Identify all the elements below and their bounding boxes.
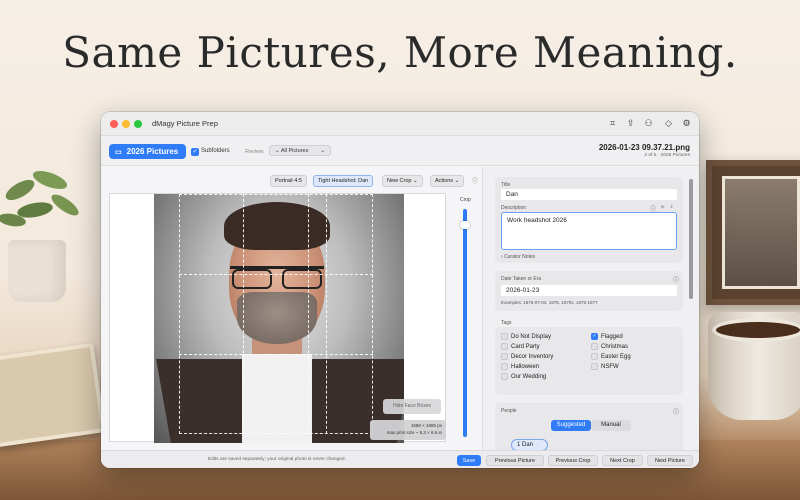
date-label: Date Taken or Era [501,276,542,282]
new-crop-button[interactable]: New Crop ⌄ [382,175,423,187]
microphone-icon[interactable]: ♪ [670,204,673,210]
tight-headshot-button[interactable]: Tight Headshot: Dan [313,175,374,187]
crop-slider-knob[interactable] [460,221,470,229]
window-title: dMagy Picture Prep [152,119,218,128]
details-pane: Title Dan Description ⓘ ✧ ♪ Work headsho… [483,167,699,450]
export-icon[interactable]: ⇪ [625,118,636,129]
folder-button[interactable]: ▭ 2026 Pictures [109,144,186,159]
curator-notes-label: Curator Notes [504,254,536,260]
crop-grid-line [243,194,244,434]
info-icon[interactable]: ⓘ [673,407,679,416]
title-label: Title [501,182,511,188]
tab-manual[interactable]: Manual [591,420,631,431]
footer-note: Edits are saved separately; your origina… [208,457,346,462]
image-canvas[interactable]: Hide Face Boxes 1588 × 1985 px max print… [109,193,446,443]
maximize-button[interactable] [134,120,142,128]
toolbar: ▭ 2026 Pictures ✓ Subfolders Review: ⌄ Al… [101,136,699,166]
crop-slider[interactable] [463,209,467,437]
people-label: People [501,408,517,414]
review-select[interactable]: ⌄ All Pictures ⌄ [269,145,331,156]
folder-label: 2026 Pictures [126,147,179,156]
file-position: 2 of 5 · 2026 Pictures [644,153,690,158]
sparkle-icon[interactable]: ✧ [660,204,665,211]
app-window: dMagy Picture Prep ⌗ ⇪ ⚇ ◇ ⚙ ▭ 2026 Pictu… [101,112,699,468]
old-photos [0,342,106,448]
review-label: Review: [245,149,265,155]
portrait-crop-button[interactable]: Portrait 4:5 [270,175,307,187]
person-chip[interactable]: 1 Dan [511,439,548,450]
subfolders-checkbox[interactable]: ✓ [191,148,199,156]
tags-card: Do Not Display ✓ Flagged Card Party Chris… [495,327,683,395]
tag-do-not-display[interactable]: Do Not Display [501,333,551,340]
curator-notes-toggle[interactable]: › Curator Notes [501,254,535,260]
plant-pot [8,240,66,302]
actions-button[interactable]: Actions ⌄ [430,175,465,187]
crop-icon[interactable]: ⌗ [607,118,618,129]
image-pane: Portrait 4:5 Tight Headshot: Dan New Cro… [101,167,481,450]
tab-suggested[interactable]: Suggested [551,420,591,431]
info-icon[interactable]: ⓘ [673,275,679,284]
crop-grid-line [179,354,373,355]
description-field[interactable]: Work headshot 2026 [501,212,677,250]
picture-frame [706,160,800,305]
tag-our-wedding[interactable]: Our Wedding [501,373,546,380]
next-crop-button[interactable]: Next Crop [602,455,643,466]
coffee [712,318,800,342]
gear-icon[interactable]: ⚙ [681,118,692,129]
description-label: Description [501,205,527,211]
date-field[interactable]: 2026-01-23 [501,285,677,296]
plant-leaves [0,170,79,227]
previous-picture-button[interactable]: Previous Picture [486,455,544,466]
filename: 2026-01-23 09.37.21.png [598,143,690,152]
previous-crop-button[interactable]: Previous Crop [548,455,598,466]
review-value: All Pictures [280,148,309,154]
tag-nsfw[interactable]: NSFW [591,363,619,370]
minimize-button[interactable] [122,120,130,128]
date-card: Date Taken or Era ⓘ 2026-01-23 Examples:… [495,271,683,311]
save-button[interactable]: Save [457,455,481,466]
hide-face-boxes-button[interactable]: Hide Face Boxes [383,399,441,414]
dimensions-badge: 1588 × 1985 px max print size ~ 5.3 × 6.… [370,420,446,440]
crop-box[interactable] [179,194,373,434]
headline: Same Pictures, More Meaning. [62,28,738,77]
title-field[interactable]: Dan [501,189,677,200]
info-icon[interactable]: ⓘ [472,176,478,185]
portrait-photo [154,194,404,443]
actions-label: Actions [435,178,454,184]
max-print-size: max print size ~ 5.3 × 6.6 in [386,429,442,435]
people-icon[interactable]: ⚇ [643,118,654,129]
footer: Edits are saved separately; your origina… [101,450,699,468]
title-card: Title Dan Description ⓘ ✧ ♪ Work headsho… [495,177,683,263]
tags-label: Tags [501,320,512,326]
chevron-down-icon: ⌄ [412,178,418,184]
date-examples: Examples: 1976-07-04, 1976, 1970s, 1975-… [501,300,598,305]
tag-flagged[interactable]: ✓ Flagged [591,333,623,340]
tag-halloween[interactable]: Halloween [501,363,539,370]
crop-slider-label: Crop [460,197,471,203]
next-picture-button[interactable]: Next Picture [647,455,693,466]
crop-grid-line [179,274,373,275]
crop-grid-line [326,194,327,434]
scrollbar[interactable] [689,179,693,299]
new-crop-label: New Crop [387,178,412,184]
tag-icon[interactable]: ◇ [663,118,674,129]
close-button[interactable] [110,120,118,128]
chevron-down-icon: ⌄ [454,178,460,184]
tag-easter-egg[interactable]: Easter Egg [591,353,631,360]
crop-grid-line [308,194,309,434]
titlebar: dMagy Picture Prep ⌗ ⇪ ⚇ ◇ ⚙ [101,112,699,136]
subfolders-label: Subfolders [201,148,230,154]
tag-christmas[interactable]: Christmas [591,343,628,350]
people-card: People ⓘ Suggested Manual 1 Dan [495,403,683,450]
tag-decor-inventory[interactable]: Decor Inventory [501,353,553,360]
chevron-down-icon: ⌄ [320,148,325,154]
tag-card-party[interactable]: Card Party [501,343,540,350]
folder-icon: ▭ [115,149,122,156]
